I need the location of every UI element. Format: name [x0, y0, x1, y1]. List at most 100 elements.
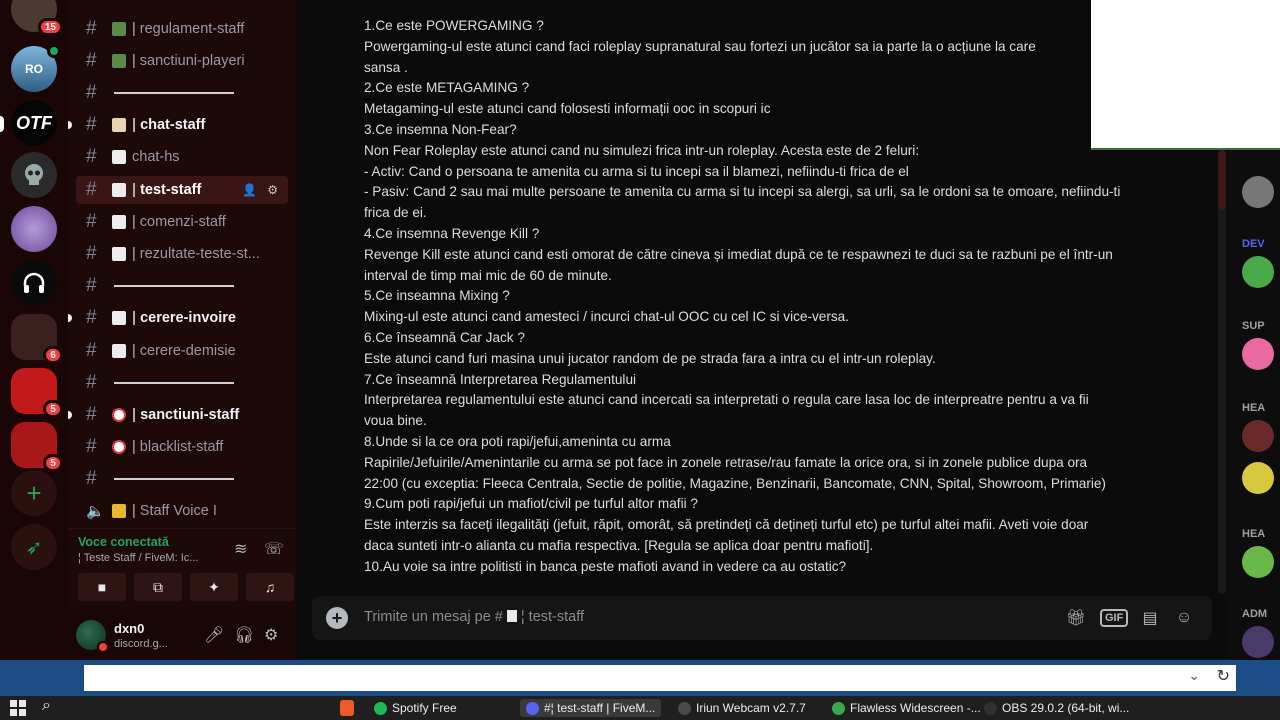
channel-label: cerere-demisie: [139, 343, 236, 359]
member-avatar[interactable]: [1242, 626, 1274, 658]
taskbar-app[interactable]: Iriun Webcam v2.7.7: [672, 699, 812, 717]
add-server-button[interactable]: +: [11, 470, 57, 516]
taskbar-app[interactable]: Flawless Widescreen -...: [826, 699, 987, 717]
member-avatar[interactable]: [1242, 462, 1274, 494]
taskbar-app[interactable]: OBS 29.0.2 (64-bit, wi...: [978, 699, 1135, 717]
server-icon-purple[interactable]: [11, 206, 57, 252]
taskbar-app[interactable]: #¦ test-staff | FiveM...: [520, 699, 662, 717]
taskbar-app[interactable]: Spotify Free: [368, 699, 463, 717]
server-icon-romania[interactable]: RO: [11, 44, 61, 92]
hash-icon: #: [86, 404, 97, 425]
unread-indicator: [68, 314, 72, 322]
channel-divider: |: [132, 246, 136, 262]
brave-icon[interactable]: [340, 700, 354, 716]
add-member-icon[interactable]: 👤: [242, 183, 257, 197]
chat-area: 1.Ce este POWERGAMING ? Powergaming-ul es…: [296, 0, 1228, 660]
channel-label: sanctiuni-playeri: [139, 53, 245, 69]
compass-icon: ➶: [25, 536, 43, 559]
server-folder-1[interactable]: 6: [11, 314, 63, 364]
separator-line: [114, 92, 234, 94]
channel-sanctiuni-staff[interactable]: # | sanctiuni-staff: [68, 401, 288, 429]
app-label: Spotify Free: [392, 701, 457, 715]
username[interactable]: dxn0: [114, 621, 144, 636]
hash-icon: #: [86, 275, 97, 296]
soundboard-button[interactable]: ♫: [246, 573, 294, 601]
channel-label: regulament-staff: [139, 21, 245, 37]
refresh-icon[interactable]: ↻: [1217, 666, 1230, 686]
explore-servers-button[interactable]: ➶: [11, 524, 57, 570]
channel-separator[interactable]: #: [76, 465, 288, 493]
screen-share-button[interactable]: ⧉: [134, 573, 182, 601]
member-avatar[interactable]: [1242, 338, 1274, 370]
member-avatar[interactable]: [1242, 176, 1274, 208]
message-line: 22:00 (cu exceptia: Fleeca Centrala, Sec…: [364, 475, 1106, 491]
hash-icon: #: [86, 50, 97, 71]
channel-chat-staff[interactable]: # | chat-staff: [68, 111, 288, 139]
channel-cerere-invoire[interactable]: # | cerere-invoire: [68, 304, 288, 332]
server-icon-top[interactable]: 15: [11, 0, 63, 36]
scrollbar-thumb[interactable]: [1218, 150, 1226, 210]
separator-line: [114, 285, 234, 287]
server-folder-2[interactable]: 5: [11, 368, 63, 418]
noise-suppression-icon[interactable]: ≋: [234, 539, 247, 559]
gif-button[interactable]: GIF: [1100, 609, 1129, 627]
microphone-icon[interactable]: 🎤︎: [204, 625, 224, 645]
channel-regulament-staff[interactable]: # | regulament-staff: [76, 15, 288, 43]
chevron-down-icon[interactable]: ⌄: [1188, 667, 1200, 684]
voice-channel-name[interactable]: ¦ Teste Staff / FiveM: Ic...: [78, 552, 198, 564]
sticker-icon[interactable]: ▤: [1138, 606, 1162, 630]
gear-icon[interactable]: ⚙: [267, 183, 278, 197]
channel-comenzi-staff[interactable]: # | comenzi-staff: [76, 208, 288, 236]
channel-separator[interactable]: #: [76, 79, 288, 107]
channel-label: blacklist-staff: [139, 439, 224, 455]
camera-button[interactable]: ■: [78, 573, 126, 601]
page-emoji-icon: [112, 183, 126, 197]
start-button[interactable]: [10, 700, 26, 716]
server-icon-skull[interactable]: [11, 152, 57, 198]
message-line: 1.Ce este POWERGAMING ?: [364, 18, 544, 33]
disconnect-icon[interactable]: ☏: [264, 539, 284, 559]
gift-icon[interactable]: 🎁︎: [1064, 606, 1088, 630]
message-line: Non Fear Roleplay este atunci cand nu si…: [364, 142, 920, 158]
member-avatar[interactable]: [1242, 256, 1274, 288]
channel-separator[interactable]: #: [76, 369, 288, 397]
message-input[interactable]: Trimite un mesaj pe # ¦ test-staff: [364, 609, 584, 625]
message-composer[interactable]: + Trimite un mesaj pe # ¦ test-staff 🎁︎ G…: [312, 596, 1212, 640]
channel-chat-hs[interactable]: # chat-hs: [76, 143, 288, 171]
server-icon-headphones[interactable]: [11, 260, 57, 306]
hash-icon: #: [86, 82, 97, 103]
server-icon-otf[interactable]: OTF: [11, 100, 57, 146]
avatar[interactable]: [76, 620, 109, 653]
overlay-window[interactable]: [1091, 0, 1280, 150]
channel-separator[interactable]: #: [76, 272, 288, 300]
message-line: 5.Ce inseamna Mixing ?: [364, 288, 510, 304]
headphones-icon: [23, 272, 45, 293]
message-content: 1.Ce este POWERGAMING ? Powergaming-ul es…: [364, 16, 1179, 578]
member-avatar[interactable]: [1242, 420, 1274, 452]
activities-button[interactable]: ✦: [190, 573, 238, 601]
page-emoji-icon: [112, 311, 126, 325]
headset-icon[interactable]: 🎧︎: [234, 625, 254, 645]
server-folder-3[interactable]: 5: [11, 422, 63, 472]
search-icon[interactable]: ⌕: [42, 697, 51, 715]
page-emoji-icon: [112, 344, 126, 358]
message-line: Powergaming-ul este atunci cand faci rol…: [364, 38, 1036, 54]
channel-test-staff[interactable]: # | test-staff 👤 ⚙: [76, 176, 288, 204]
channel-sanctiuni-playeri[interactable]: # | sanctiuni-playeri: [76, 47, 288, 75]
voice-channel-staff-voice[interactable]: 🔈 | Staff Voice I: [76, 497, 288, 525]
user-panel: dxn0 discord.g... 🎤︎ 🎧︎ ⚙: [68, 608, 296, 660]
scrollbar-track[interactable]: [1218, 150, 1226, 594]
member-avatar[interactable]: [1242, 546, 1274, 578]
soundboard-icon: ♫: [264, 579, 276, 595]
channel-blacklist-staff[interactable]: # | blacklist-staff: [76, 433, 288, 461]
message-line: Este atunci cand furi masina unui jucato…: [364, 350, 936, 366]
emoji-icon[interactable]: ☺: [1172, 606, 1196, 630]
channel-cerere-demisie[interactable]: # | cerere-demisie: [76, 337, 288, 365]
settings-gear-icon[interactable]: ⚙: [264, 625, 278, 645]
address-input[interactable]: ⌄ ↻: [84, 665, 1236, 691]
mention-badge: 5: [43, 400, 63, 418]
channel-rezultate-teste[interactable]: # | rezultate-teste-st...: [76, 240, 288, 268]
hash-icon: #: [86, 340, 97, 361]
upload-plus-button[interactable]: +: [326, 607, 348, 629]
ledger-emoji-icon: [112, 22, 126, 36]
